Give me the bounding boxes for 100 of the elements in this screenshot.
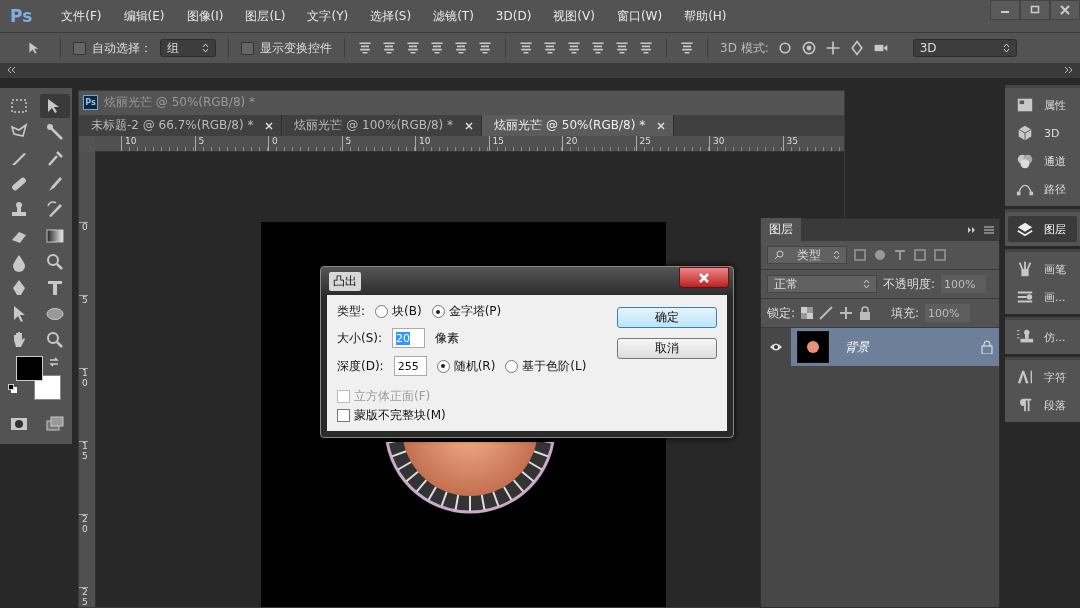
ruler-label: 20 <box>79 514 88 587</box>
eyedropper-icon <box>45 148 65 168</box>
distribute-icon[interactable] <box>638 40 654 56</box>
ruler-label: 30 <box>709 136 783 151</box>
ruler-label: 5 <box>79 295 88 368</box>
panel-button[interactable]: 段落 <box>1008 392 1077 418</box>
menu-item[interactable]: 3D(D) <box>484 9 543 23</box>
menu-icon[interactable] <box>983 225 995 235</box>
expand-icon[interactable] <box>1064 64 1074 76</box>
align-icon[interactable] <box>477 40 493 56</box>
lock-label: 锁定: <box>767 304 796 322</box>
align-icon[interactable] <box>381 40 397 56</box>
close-icon[interactable] <box>265 121 274 130</box>
ruler-label: 15 <box>79 441 88 514</box>
tool-button[interactable] <box>40 94 70 118</box>
layers-icon <box>1016 220 1034 238</box>
minimize-button[interactable] <box>990 0 1020 20</box>
menu-item[interactable]: 窗口(W) <box>605 7 674 25</box>
panel-button[interactable]: 画笔 <box>1008 256 1077 282</box>
close-button[interactable] <box>1050 0 1080 20</box>
default-colors-icon[interactable] <box>8 384 18 394</box>
close-icon[interactable] <box>657 121 666 130</box>
panel-button[interactable]: 通道 <box>1008 148 1077 174</box>
menu-item[interactable]: 帮助(H) <box>673 7 738 25</box>
fill-field[interactable]: 100% <box>925 304 971 322</box>
distribute-icon[interactable] <box>566 40 582 56</box>
panel-button[interactable]: 属性 <box>1008 92 1077 118</box>
roll-icon[interactable] <box>800 40 817 56</box>
menu-item[interactable]: 编辑(E) <box>112 7 176 25</box>
screen-mode-icon[interactable] <box>45 414 65 434</box>
depth-label: 深度(D): <box>337 357 384 375</box>
checkbox-option[interactable]: 蒙版不完整块(M) <box>337 407 617 424</box>
document-tab[interactable]: 炫丽光芒 @ 50%(RGB/8) * <box>482 115 675 136</box>
menu-item[interactable]: 图像(I) <box>175 7 235 25</box>
dialog-button[interactable]: 取消 <box>617 338 717 359</box>
layers-tab[interactable]: 图层 <box>761 218 801 241</box>
menu-item[interactable]: 视图(V) <box>542 7 606 25</box>
collapse-icon[interactable] <box>967 225 977 235</box>
circle-filter-icon[interactable] <box>873 248 887 262</box>
opacity-label: 不透明度: <box>883 275 936 293</box>
cube-icon <box>1016 124 1034 142</box>
filter-dropdown[interactable]: 类型 <box>767 246 847 264</box>
menu-item[interactable]: 滤镜(T) <box>422 7 485 25</box>
depth-field[interactable]: 255 <box>393 356 427 376</box>
fill-label: 填充: <box>891 304 920 322</box>
panel-button[interactable]: 3D <box>1008 120 1077 146</box>
layer-thumbnail <box>797 331 829 363</box>
align-icon[interactable] <box>357 40 373 56</box>
radio-option[interactable]: 基于色阶(L) <box>505 357 587 375</box>
target-dropdown[interactable]: 组 <box>160 39 216 57</box>
radio-option[interactable]: 块(B) <box>375 303 422 320</box>
checker-icon[interactable] <box>801 307 814 319</box>
close-icon[interactable] <box>465 121 474 130</box>
search-icon <box>774 250 784 260</box>
type-filter-icon[interactable] <box>893 248 907 262</box>
panel-button[interactable]: 图层 <box>1008 216 1077 242</box>
wand-icon <box>45 122 65 142</box>
dialog-button[interactable]: 确定 <box>617 307 717 328</box>
distribute-icon[interactable] <box>614 40 630 56</box>
maximize-button[interactable] <box>1020 0 1050 20</box>
color-swatches[interactable] <box>16 356 62 400</box>
blend-mode-dropdown[interactable]: 正常 <box>767 275 877 293</box>
align-icon[interactable] <box>405 40 421 56</box>
ruler-label: 15 <box>488 136 562 151</box>
move-icon[interactable] <box>839 306 854 320</box>
channels-icon <box>1016 152 1034 170</box>
align-icon[interactable] <box>429 40 445 56</box>
rotate-icon[interactable] <box>776 40 793 56</box>
ruler-label: 10 <box>415 136 489 151</box>
auto-align-icon[interactable] <box>679 40 695 56</box>
close-icon <box>699 272 709 283</box>
mode-dropdown[interactable]: 3D <box>912 39 1017 57</box>
opacity-field[interactable]: 100% <box>941 275 987 293</box>
layer-row[interactable]: 背景 <box>791 328 999 366</box>
distribute-icon[interactable] <box>590 40 606 56</box>
lock-icon[interactable] <box>859 306 872 320</box>
swap-arrows-icon[interactable] <box>48 356 60 368</box>
pan-icon[interactable] <box>824 40 841 56</box>
properties-icon <box>1016 96 1034 114</box>
menu-item[interactable]: 图层(L) <box>234 7 297 25</box>
eye-icon[interactable] <box>769 342 783 352</box>
type-icon <box>45 278 65 298</box>
panel-button[interactable]: 画... <box>1008 284 1077 310</box>
ruler-label: 10 <box>79 368 88 441</box>
close-button[interactable] <box>679 267 729 288</box>
distribute-icon[interactable] <box>518 40 534 56</box>
panel-button[interactable]: 字符 <box>1008 364 1077 390</box>
checkbox[interactable] <box>241 41 254 55</box>
panel-button[interactable]: 路径 <box>1008 176 1077 202</box>
align-icon[interactable] <box>453 40 469 56</box>
radio-option[interactable]: 金字塔(P) <box>431 303 502 320</box>
checkbox[interactable] <box>73 41 86 55</box>
menu-item[interactable]: 文件(F) <box>50 7 113 25</box>
size-label: 大小(S): <box>337 329 383 347</box>
ruler-label: 5 <box>341 136 415 151</box>
radio-option[interactable]: 随机(R) <box>436 357 496 375</box>
menu-item[interactable]: 选择(S) <box>359 7 423 25</box>
collapse-icon[interactable] <box>6 64 16 76</box>
menu-item[interactable]: 文字(Y) <box>296 7 360 25</box>
distribute-icon[interactable] <box>542 40 558 56</box>
